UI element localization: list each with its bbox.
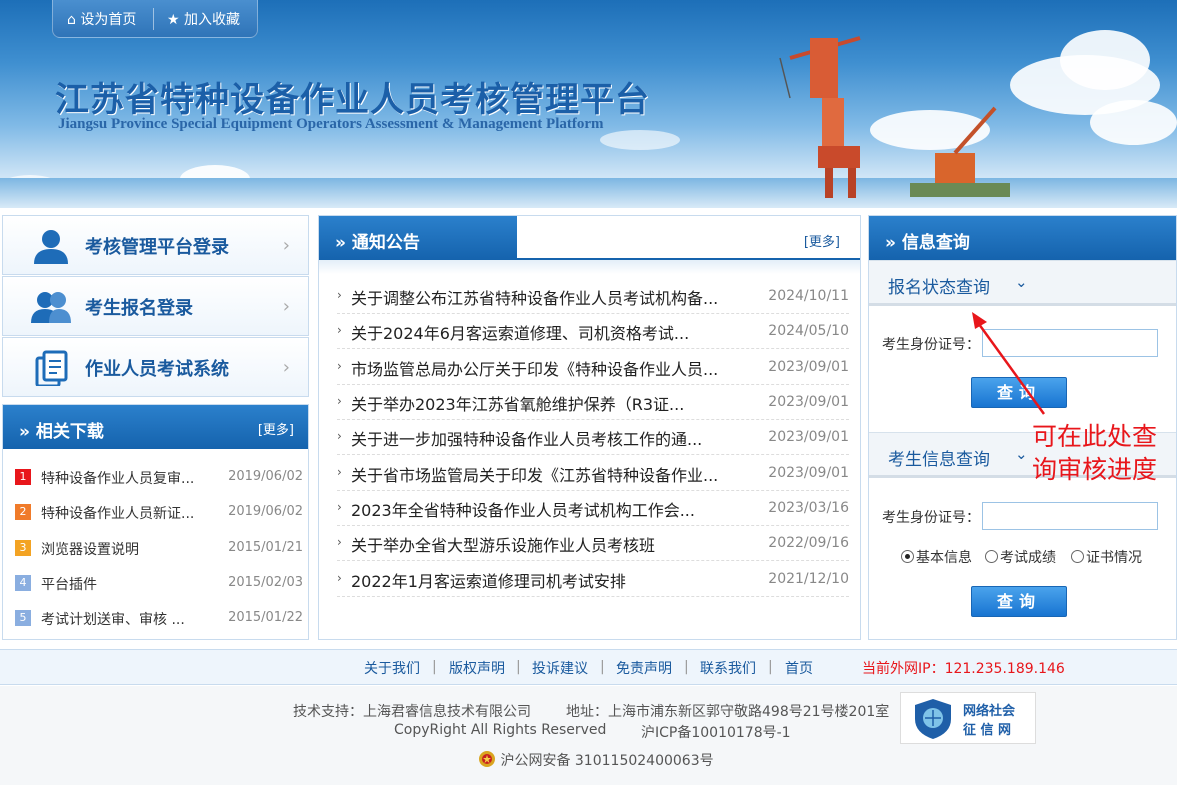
- footer-link-about[interactable]: 关于我们: [364, 658, 420, 678]
- downloads-title: 相关下载: [35, 422, 104, 442]
- notice-item[interactable]: › 2022年1月客运索道修理司机考试安排 2021/12/10: [337, 562, 849, 597]
- double-chevron-icon: »: [19, 422, 30, 442]
- query-header: » 信息查询: [869, 216, 1176, 260]
- notice-item[interactable]: › 关于2024年6月客运索道修理、司机资格考试... 2024/05/10: [337, 314, 849, 349]
- arrow-right-icon: ›: [337, 359, 342, 373]
- annotation-arrow: [972, 312, 1046, 415]
- site-subtitle: Jiangsu Province Special Equipment Opera…: [58, 116, 604, 132]
- person-icon: [34, 230, 68, 264]
- chevron-down-icon: ⌄: [1015, 445, 1028, 463]
- id-label: 考生身份证号：: [882, 510, 980, 526]
- top-utility-bar: ⌂ 设为首页 ★ 加入收藏: [52, 0, 258, 38]
- info-id-input[interactable]: [982, 502, 1158, 530]
- star-icon: ★: [167, 12, 180, 28]
- add-favorite-link[interactable]: ★ 加入收藏: [167, 9, 240, 29]
- chevron-right-icon: ›: [282, 357, 290, 378]
- downloads-more-link[interactable]: [更多]: [258, 419, 294, 438]
- double-chevron-icon: »: [885, 233, 896, 253]
- notice-header: » 通知公告: [319, 216, 517, 260]
- notice-more-link[interactable]: [更多]: [804, 231, 840, 250]
- arrow-right-icon: ›: [337, 323, 342, 337]
- admin-login-button[interactable]: 考核管理平台登录 ›: [2, 215, 309, 275]
- notice-item[interactable]: › 2023年全省特种设备作业人员考试机构工作会... 2023/03/16: [337, 491, 849, 526]
- set-homepage-link[interactable]: ⌂ 设为首页: [67, 9, 136, 29]
- address-text: 地址：上海市浦东新区郭守敬路498号21号楼201室: [566, 704, 890, 720]
- chevron-down-icon: ⌄: [1015, 273, 1028, 291]
- people-icon: [31, 292, 71, 323]
- footer-link-home[interactable]: 首页: [785, 658, 813, 678]
- notice-item[interactable]: › 关于省市场监管局关于印发《江苏省特种设备作业... 2023/09/01: [337, 456, 849, 491]
- arrow-right-icon: ›: [337, 288, 342, 302]
- arrow-right-icon: ›: [337, 465, 342, 479]
- double-chevron-icon: »: [335, 233, 346, 253]
- candidate-login-button[interactable]: 考生报名登录 ›: [2, 276, 309, 336]
- footer-link-contact[interactable]: 联系我们: [700, 658, 756, 678]
- ip-display: 当前外网IP：121.235.189.146: [862, 661, 1065, 677]
- header-banner: ⌂ 设为首页 ★ 加入收藏 江苏省特种设备作业人员考核管理平台 Jiangsu …: [0, 0, 1177, 208]
- police-record[interactable]: 沪公网安备 31011502400063号: [478, 750, 714, 770]
- notice-item[interactable]: › 关于举办全省大型游乐设施作业人员考核班 2022/09/16: [337, 526, 849, 561]
- arrow-right-icon: ›: [337, 535, 342, 549]
- footer-links-bar: 关于我们 | 版权声明 | 投诉建议 | 免责声明 | 联系我们 | 首页 当前…: [0, 649, 1177, 685]
- notice-item[interactable]: › 关于举办2023年江苏省氧舱维护保养（R3证... 2023/09/01: [337, 385, 849, 420]
- notice-title: 通知公告: [351, 233, 420, 253]
- footer-link-disclaimer[interactable]: 免责声明: [616, 658, 672, 678]
- notice-panel: » 通知公告 [更多] › 关于调整公布江苏省特种设备作业人员考试机构备... 20…: [318, 215, 861, 640]
- copyright-text: CopyRight All Rights Reserved: [394, 722, 607, 738]
- downloads-panel: » 相关下载 [更多] 1 特种设备作业人员复审... 2019/06/02 2…: [2, 404, 309, 640]
- arrow-right-icon: ›: [337, 500, 342, 514]
- site-title: 江苏省特种设备作业人员考核管理平台: [55, 80, 650, 120]
- credit-network-badge[interactable]: 网络社会 征 信 网: [900, 692, 1036, 744]
- exam-system-button[interactable]: 作业人员考试系统 ›: [2, 337, 309, 397]
- radio-exam-score[interactable]: 考试成绩: [985, 547, 1056, 567]
- download-item[interactable]: 5 考试计划送审、审核 ... 2015/01/22: [15, 607, 303, 629]
- crane-illustration: [779, 36, 1010, 198]
- arrow-right-icon: ›: [337, 571, 342, 585]
- police-badge-icon: [479, 751, 495, 767]
- icp-text[interactable]: 沪ICP备10010178号-1: [641, 722, 791, 742]
- download-item[interactable]: 1 特种设备作业人员复审... 2019/06/02: [15, 466, 303, 488]
- downloads-header: » 相关下载 [更多]: [3, 405, 308, 449]
- tech-support-text: 技术支持：上海君睿信息技术有限公司: [293, 704, 531, 720]
- document-icon: [35, 350, 68, 386]
- footer-link-copyright[interactable]: 版权声明: [449, 658, 505, 678]
- radio-certificate[interactable]: 证书情况: [1071, 547, 1142, 567]
- home-icon: ⌂: [67, 12, 76, 28]
- arrow-right-icon: ›: [337, 394, 342, 408]
- shield-icon: [915, 699, 951, 739]
- query-title: 信息查询: [901, 233, 970, 253]
- footer-link-complaint[interactable]: 投诉建议: [532, 658, 588, 678]
- annotation-text: 可在此处查 询审核进度: [1032, 422, 1158, 484]
- notice-item[interactable]: › 关于进一步加强特种设备作业人员考核工作的通... 2023/09/01: [337, 420, 849, 455]
- info-query-button[interactable]: 查询: [971, 586, 1067, 617]
- notice-item[interactable]: › 关于调整公布江苏省特种设备作业人员考试机构备... 2024/10/11: [337, 279, 849, 314]
- download-item[interactable]: 3 浏览器设置说明 2015/01/21: [15, 537, 303, 559]
- download-item[interactable]: 2 特种设备作业人员新证... 2019/06/02: [15, 501, 303, 523]
- chevron-right-icon: ›: [282, 235, 290, 256]
- arrow-right-icon: ›: [337, 429, 342, 443]
- notice-item[interactable]: › 市场监管总局办公厅关于印发《特种设备作业人员... 2023/09/01: [337, 350, 849, 385]
- radio-basic-info[interactable]: 基本信息: [901, 547, 972, 567]
- download-item[interactable]: 4 平台插件 2015/02/03: [15, 572, 303, 594]
- chevron-right-icon: ›: [282, 296, 290, 317]
